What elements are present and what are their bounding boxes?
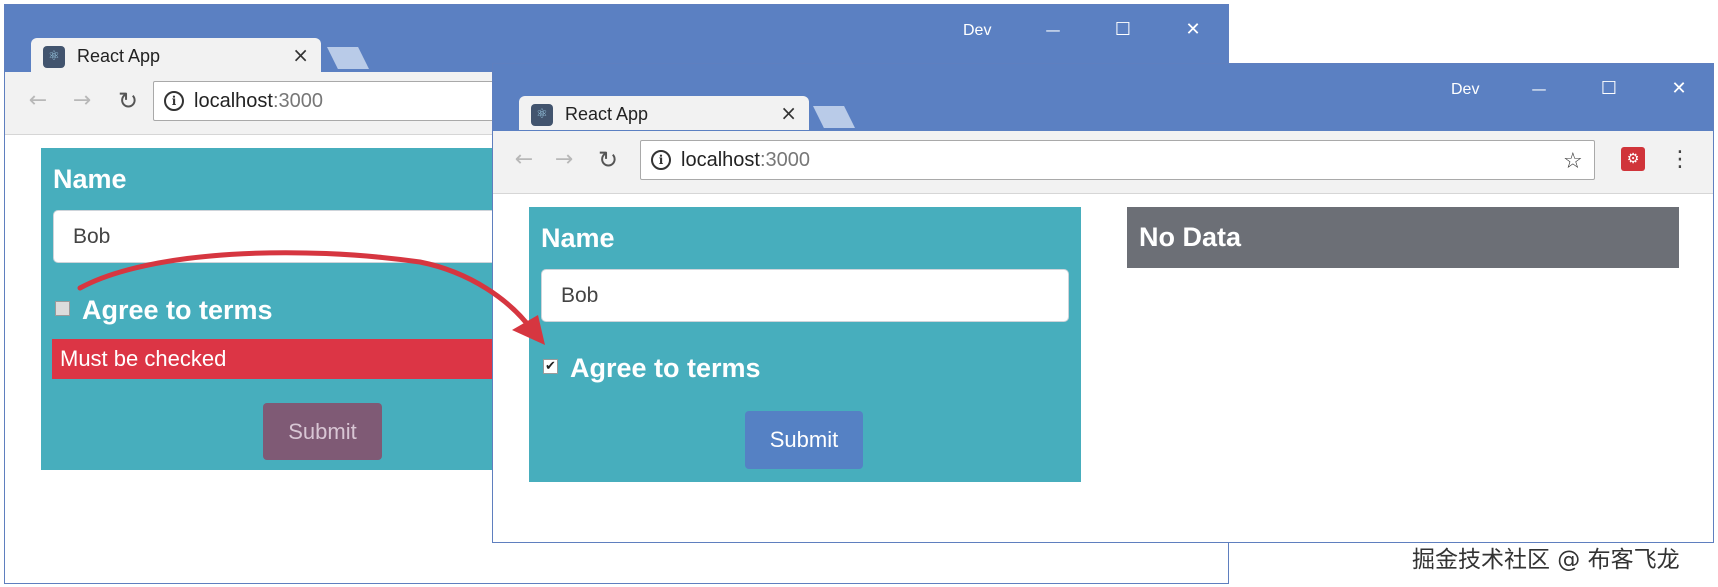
close-window-icon[interactable]: ✕ (1663, 74, 1695, 104)
reload-icon[interactable]: ↻ (593, 145, 623, 175)
address-bar[interactable]: i localhost:3000 ☆ (640, 140, 1595, 180)
forward-arrow-icon[interactable]: → (549, 145, 579, 175)
new-tab-button[interactable] (813, 106, 855, 128)
react-favicon-icon: ⚛ (43, 46, 65, 68)
agree-checkbox[interactable] (55, 301, 70, 316)
name-input[interactable]: Bob (53, 210, 513, 263)
back-arrow-icon[interactable]: ← (23, 86, 53, 116)
name-label: Name (53, 164, 127, 194)
reload-icon[interactable]: ↻ (113, 86, 143, 116)
agree-label: Agree to terms (82, 295, 273, 325)
profile-label[interactable]: Dev (963, 22, 991, 40)
agree-checkbox[interactable]: ✔ (543, 359, 558, 374)
new-tab-button[interactable] (327, 47, 369, 69)
site-info-icon[interactable]: i (651, 150, 671, 170)
validation-error: Must be checked (52, 339, 512, 379)
browser-menu-icon[interactable]: ⋮ (1669, 145, 1691, 175)
name-input[interactable]: Bob (541, 269, 1069, 322)
react-favicon-icon: ⚛ (531, 104, 553, 126)
agree-label: Agree to terms (570, 353, 761, 383)
url-text: localhost:3000 (194, 90, 323, 112)
back-arrow-icon[interactable]: ← (509, 145, 539, 175)
browser-window-after: ⚛ React App × Dev — ☐ ✕ ← → ↻ i localhos… (492, 63, 1714, 543)
minimize-icon[interactable]: — (1037, 15, 1069, 45)
bookmark-star-icon[interactable]: ☆ (1563, 149, 1583, 174)
name-label: Name (541, 223, 615, 253)
forward-arrow-icon[interactable]: → (67, 86, 97, 116)
form-panel: Name Bob Agree to terms Must be checked … (41, 148, 513, 470)
browser-toolbar: ← → ↻ i localhost:3000 ☆ ⚙ ⋮ (493, 131, 1713, 194)
result-panel: No Data (1127, 207, 1679, 268)
tab-close-icon[interactable]: × (780, 101, 797, 125)
browser-tab[interactable]: ⚛ React App × (519, 96, 809, 130)
minimize-icon[interactable]: — (1523, 74, 1555, 104)
tab-close-icon[interactable]: × (292, 43, 309, 67)
submit-button[interactable]: Submit (263, 403, 382, 460)
title-bar: ⚛ React App × Dev — ☐ ✕ (5, 5, 1228, 72)
profile-label[interactable]: Dev (1451, 81, 1479, 99)
submit-button[interactable]: Submit (745, 411, 863, 469)
tab-title: React App (77, 46, 161, 66)
tab-title: React App (565, 104, 649, 124)
title-bar: ⚛ React App × Dev — ☐ ✕ (493, 64, 1713, 131)
watermark-text: 掘金技术社区 @ 布客飞龙 (1412, 547, 1680, 573)
site-info-icon[interactable]: i (164, 91, 184, 111)
maximize-icon[interactable]: ☐ (1107, 15, 1139, 45)
url-text: localhost:3000 (681, 149, 810, 171)
close-window-icon[interactable]: ✕ (1177, 15, 1209, 45)
browser-tab[interactable]: ⚛ React App × (31, 38, 321, 72)
extension-icon[interactable]: ⚙ (1621, 147, 1645, 171)
maximize-icon[interactable]: ☐ (1593, 74, 1625, 104)
form-panel: Name Bob ✔ Agree to terms Submit (529, 207, 1081, 482)
